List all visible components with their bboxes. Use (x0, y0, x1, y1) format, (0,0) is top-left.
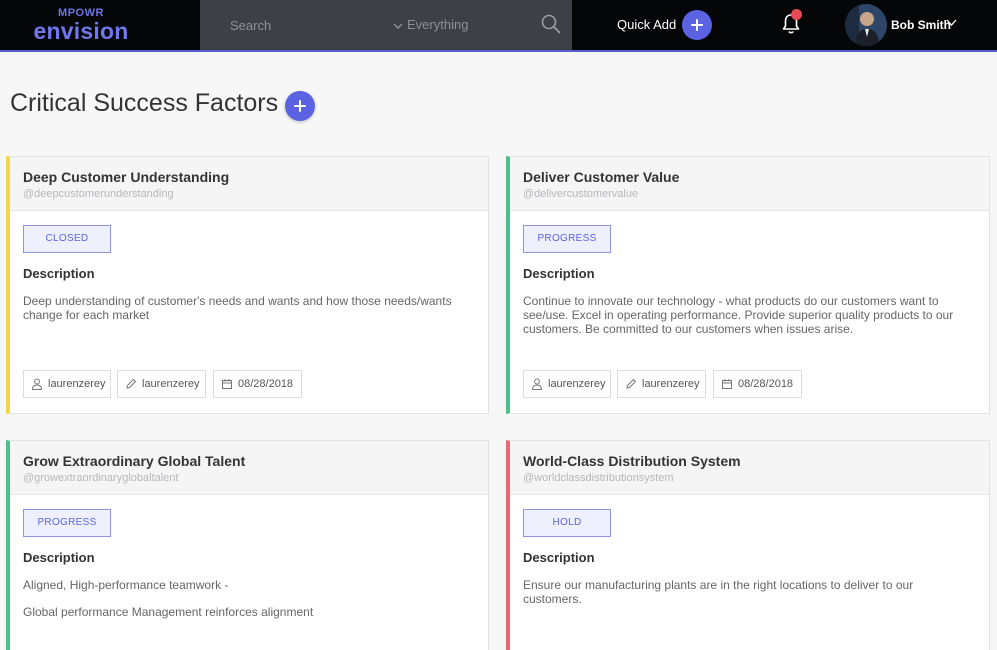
owner-chip[interactable]: laurenzerey (523, 370, 611, 398)
description-text: Deep understanding of customer's needs a… (23, 294, 473, 335)
card-title[interactable]: Deep Customer Understanding (23, 168, 229, 186)
owner-chip[interactable]: laurenzerey (23, 370, 111, 398)
card-title[interactable]: World-Class Distribution System (523, 452, 741, 470)
add-success-factor-button[interactable] (285, 91, 315, 121)
date-chip[interactable]: 08/28/2018 (213, 370, 302, 398)
pencil-icon (626, 378, 637, 389)
description-paragraph: Global performance Management reinforces… (23, 605, 314, 619)
card-handle: @growextraordinaryglobaltalent (23, 472, 179, 484)
owner-name: laurenzerey (548, 378, 606, 390)
description-paragraph: Ensure our manufacturing plants are in t… (523, 578, 914, 606)
success-factor-card[interactable]: World-Class Distribution System @worldcl… (506, 440, 990, 650)
card-handle: @worldclassdistributionsystem (523, 472, 674, 484)
search-scope-dropdown[interactable]: Everything (393, 16, 468, 34)
user-name[interactable]: Bob Smith (891, 17, 951, 33)
search-bar: Everything (200, 0, 572, 50)
success-factor-card[interactable]: Deliver Customer Value @delivercustomerv… (506, 156, 990, 414)
description-label: Description (23, 266, 95, 281)
pencil-icon (126, 378, 137, 389)
editor-name: laurenzerey (642, 378, 700, 390)
logo-brand-name: envision (33, 18, 129, 44)
editor-chip[interactable]: laurenzerey (117, 370, 206, 398)
calendar-icon (222, 379, 232, 389)
description-text: Ensure our manufacturing plants are in t… (523, 578, 943, 619)
status-badge[interactable]: PROGRESS (23, 509, 111, 537)
calendar-icon (722, 379, 732, 389)
status-badge[interactable]: PROGRESS (523, 225, 611, 253)
success-factor-card[interactable]: Grow Extraordinary Global Talent @growex… (6, 440, 489, 650)
status-badge[interactable]: CLOSED (23, 225, 111, 253)
notification-badge (791, 9, 802, 20)
description-paragraph: Aligned, High-performance teamwork - (23, 578, 229, 592)
date-value: 08/28/2018 (738, 378, 794, 390)
card-title[interactable]: Deliver Customer Value (523, 168, 679, 186)
card-header: Grow Extraordinary Global Talent @growex… (10, 441, 488, 495)
description-text: Continue to innovate our technology - wh… (523, 294, 973, 349)
search-input[interactable] (230, 16, 380, 34)
card-header: Deliver Customer Value @delivercustomerv… (510, 157, 989, 211)
avatar[interactable] (845, 4, 887, 46)
description-paragraph: Deep understanding of customer's needs a… (23, 294, 452, 322)
top-nav-bar: MPOWR envision Everything Quick Add Bob … (0, 0, 997, 52)
card-header: World-Class Distribution System @worldcl… (510, 441, 989, 495)
owner-name: laurenzerey (48, 378, 106, 390)
description-text: Aligned, High-performance teamwork - Glo… (23, 578, 473, 632)
editor-name: laurenzerey (142, 378, 200, 390)
card-handle: @deepcustomerunderstanding (23, 188, 174, 200)
chevron-down-icon[interactable] (946, 19, 957, 27)
card-header: Deep Customer Understanding @deepcustome… (10, 157, 488, 211)
app-logo[interactable]: MPOWR envision (30, 8, 132, 44)
editor-chip[interactable]: laurenzerey (617, 370, 706, 398)
user-icon (31, 378, 43, 390)
search-scope-label: Everything (407, 17, 469, 32)
date-chip[interactable]: 08/28/2018 (713, 370, 802, 398)
user-icon (531, 378, 543, 390)
description-label: Description (523, 266, 595, 281)
quick-add-label[interactable]: Quick Add (617, 16, 676, 34)
success-factor-card[interactable]: Deep Customer Understanding @deepcustome… (6, 156, 489, 414)
avatar-photo (845, 4, 887, 46)
search-icon[interactable] (540, 13, 562, 35)
description-paragraph: Continue to innovate our technology - wh… (523, 294, 954, 336)
date-value: 08/28/2018 (238, 378, 294, 390)
chevron-down-icon (393, 23, 403, 29)
description-label: Description (23, 550, 95, 565)
page-title: Critical Success Factors (10, 89, 279, 117)
card-title[interactable]: Grow Extraordinary Global Talent (23, 452, 245, 470)
description-label: Description (523, 550, 595, 565)
card-handle: @delivercustomervalue (523, 188, 639, 200)
status-badge[interactable]: HOLD (523, 509, 611, 537)
quick-add-button[interactable] (682, 10, 712, 40)
